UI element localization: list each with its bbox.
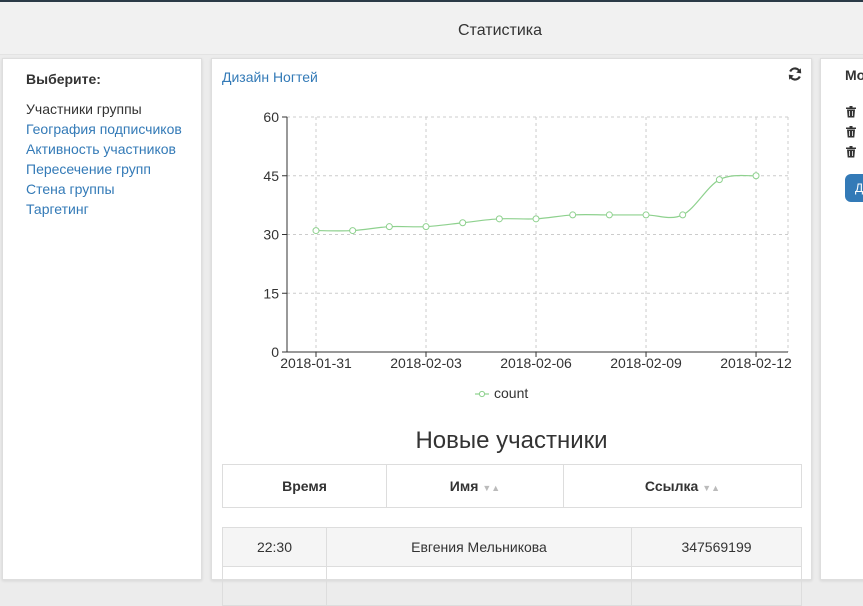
column-time[interactable]: Время <box>222 464 387 508</box>
sort-icon: ▼▲ <box>702 483 721 493</box>
table-row <box>222 566 802 606</box>
cell-name <box>326 566 632 606</box>
data-point <box>349 227 357 235</box>
column-name[interactable]: Имя ▼▲ <box>386 464 564 508</box>
trash-icon[interactable] <box>845 106 857 118</box>
y-tick-label: 15 <box>263 285 279 301</box>
sidebar-item-group-intersection[interactable]: Пересечение групп <box>26 159 182 179</box>
x-tick-label: 2018-02-06 <box>500 355 572 371</box>
page-header: Статистика <box>0 2 863 55</box>
data-point <box>422 223 430 231</box>
chart-y-tick-labels: 0 15 30 45 60 <box>263 109 287 360</box>
sidebar-item-targeting[interactable]: Таргетинг <box>26 199 182 219</box>
y-tick-label: 30 <box>263 227 279 243</box>
sidebar-item-group-members[interactable]: Участники группы <box>26 99 182 119</box>
data-point <box>532 215 540 223</box>
data-point <box>752 172 760 180</box>
cell-name: Евгения Мельникова <box>326 527 632 567</box>
cell-time: 22:30 <box>222 527 327 567</box>
data-point <box>642 211 650 219</box>
stats-panel: Дизайн Ногтей 0 15 30 45 60 2018-01-31 2018-0… <box>211 58 812 606</box>
right-panel: Мо Д <box>820 58 863 580</box>
chart-legend: count <box>475 385 528 401</box>
x-tick-label: 2018-01-31 <box>280 355 352 371</box>
table-row: 22:30 Евгения Мельникова 347569199 <box>222 527 802 567</box>
sidebar-panel: Выберите: Участники группы География под… <box>2 58 202 580</box>
trash-icon[interactable] <box>845 146 857 158</box>
members-line-chart: 0 15 30 45 60 2018-01-31 2018-02-03 2018-02-06… <box>263 109 792 401</box>
new-members-title: Новые участники <box>415 427 608 454</box>
data-point <box>312 227 320 235</box>
members-table-header: Время Имя ▼▲ Ссылка ▼▲ <box>222 464 802 508</box>
sidebar-item-subscriber-geography[interactable]: География подписчиков <box>26 119 182 139</box>
sort-icon: ▼▲ <box>482 483 501 493</box>
data-point <box>385 223 393 231</box>
sidebar-item-group-wall[interactable]: Стена группы <box>26 179 182 199</box>
page-title: Статистика <box>457 22 543 39</box>
data-point <box>569 211 577 219</box>
sidebar-item-member-activity[interactable]: Активность участников <box>26 139 182 159</box>
data-point <box>715 176 723 184</box>
members-table: 22:30 Евгения Мельникова 347569199 <box>222 527 802 606</box>
data-point <box>679 211 687 219</box>
y-tick-label: 45 <box>263 168 279 184</box>
sidebar-menu: Участники группы География подписчиков А… <box>26 99 182 219</box>
legend-marker <box>478 390 486 398</box>
chart-grid <box>287 116 789 352</box>
trash-icon[interactable] <box>845 126 857 138</box>
x-tick-label: 2018-02-12 <box>720 355 792 371</box>
cell-link[interactable]: 347569199 <box>631 527 802 567</box>
y-tick-label: 0 <box>271 344 279 360</box>
cell-link <box>631 566 802 606</box>
x-tick-label: 2018-02-09 <box>610 355 682 371</box>
cell-time <box>222 566 327 606</box>
chart-x-tick-labels: 2018-01-31 2018-02-03 2018-02-06 2018-02-09… <box>280 352 792 371</box>
sidebar-heading: Выберите: <box>26 71 101 87</box>
right-panel-button[interactable]: Д <box>845 174 863 202</box>
data-point <box>495 215 503 223</box>
right-panel-title: Мо <box>845 67 863 83</box>
data-point <box>459 219 467 227</box>
x-tick-label: 2018-02-03 <box>390 355 462 371</box>
column-link[interactable]: Ссылка ▼▲ <box>563 464 802 508</box>
data-point <box>605 211 613 219</box>
legend-label: count <box>494 385 528 401</box>
y-tick-label: 60 <box>263 109 279 125</box>
chart-axes <box>286 117 788 353</box>
